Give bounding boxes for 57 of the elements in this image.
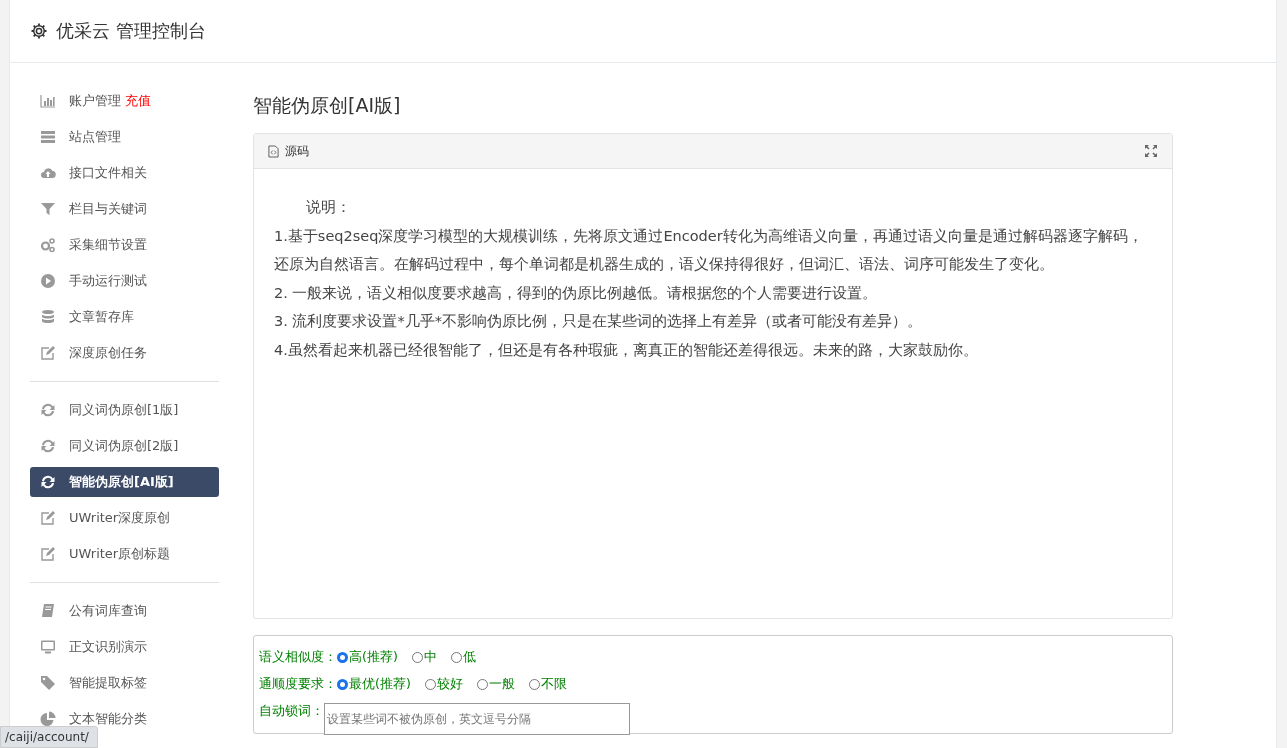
edit-icon <box>40 510 56 526</box>
play-icon <box>40 273 56 289</box>
filter-icon <box>40 201 56 217</box>
refresh-icon <box>40 438 56 454</box>
sidebar-item[interactable]: UWriter原创标题 <box>30 536 219 572</box>
sidebar-item[interactable]: 手动运行测试 <box>30 263 219 299</box>
radio-option[interactable]: 不限 <box>528 676 567 693</box>
radio-option[interactable]: 一般 <box>476 676 515 693</box>
sidebar-item[interactable]: 智能伪原创[AI版] <box>30 467 219 497</box>
edit-icon <box>40 345 56 361</box>
status-url: /caiji/account/ <box>0 726 98 748</box>
radio-option[interactable]: 最优(推荐) <box>337 676 411 693</box>
sidebar-item[interactable]: 站点管理 <box>30 119 219 155</box>
note-paragraph: 4.虽然看起来机器已经很智能了，但还是有各种瑕疵，离真正的智能还差得很远。未来的路，大家鼓励你。 <box>274 340 979 360</box>
note-paragraph: 1.基于seq2seq深度学习模型的大规模训练，先将原文通过Encoder转化为高维语义向量，再通过语义向量是通过解码器逐字解码，还原为自然语言。在解码过程中，每个单词都是机器生成的，语义保持得很好，但词汇、语法、词序可能发生了变化。 <box>274 226 1144 274</box>
sidebar-item[interactable]: 采集细节设置 <box>30 227 219 263</box>
edit-icon <box>40 546 56 562</box>
refresh-icon <box>40 474 56 490</box>
radio-option[interactable]: 低 <box>450 649 476 666</box>
radio-option[interactable]: 较好 <box>424 676 463 693</box>
sidebar-item[interactable]: UWriter深度原创 <box>30 500 219 536</box>
recharge-link[interactable]: 充值 <box>125 92 151 110</box>
sidebar-item[interactable]: 栏目与关键词 <box>30 191 219 227</box>
pie-chart-icon <box>40 711 56 727</box>
note-paragraph: 3. 流利度要求设置*几乎*不影响伪原比例，只是在某些词的选择上有差异（或者可能没有差异）。 <box>274 312 923 331</box>
tag-icon <box>40 675 56 691</box>
sidebar-item[interactable]: 智能提取标签 <box>30 665 219 701</box>
sidebar-item[interactable]: 深度原创任务 <box>30 335 219 371</box>
gears-icon <box>40 237 56 253</box>
sidebar-item[interactable]: 公有词库查询 <box>30 593 219 629</box>
database-icon <box>40 309 56 325</box>
bar-chart-icon <box>40 93 56 109</box>
sidebar-item[interactable]: 账户管理 充值 <box>30 83 219 119</box>
note-heading: 说明： <box>305 198 352 217</box>
refresh-icon <box>40 402 56 418</box>
cloud-upload-icon <box>40 165 56 181</box>
server-icon <box>40 129 56 145</box>
radio-option[interactable]: 高(推荐) <box>337 649 398 666</box>
lock-words-field[interactable]: 设置某些词不被伪原创，英文逗号分隔 <box>324 702 630 735</box>
note-paragraph: 2. 一般来说，语义相似度要求越高，得到的伪原比例越低。请根据您的个人需要进行设置。 <box>274 283 879 303</box>
sidebar-item[interactable]: 正文识别演示 <box>30 629 219 665</box>
sidebar-item[interactable]: 文章暂存库 <box>30 299 219 335</box>
settings-icon <box>30 22 48 40</box>
sidebar-item[interactable]: 接口文件相关 <box>30 155 219 191</box>
field-label: 语义相似度： <box>259 649 337 666</box>
radio-option[interactable]: 中 <box>411 649 437 666</box>
file-code-icon <box>268 144 279 158</box>
field-label: 自动锁词： <box>259 703 324 720</box>
field-label: 通顺度要求： <box>259 676 337 693</box>
sidebar-item[interactable]: 同义词伪原创[2版] <box>30 428 219 464</box>
app-title: 优采云 管理控制台 <box>56 19 206 43</box>
fullscreen-icon[interactable] <box>1144 144 1158 158</box>
book-icon <box>40 603 56 619</box>
sidebar-item[interactable]: 同义词伪原创[1版] <box>30 392 219 428</box>
source-tab[interactable]: 源码 <box>268 142 309 160</box>
page-title: 智能伪原创[AI版] <box>253 93 402 118</box>
monitor-icon <box>40 639 56 655</box>
